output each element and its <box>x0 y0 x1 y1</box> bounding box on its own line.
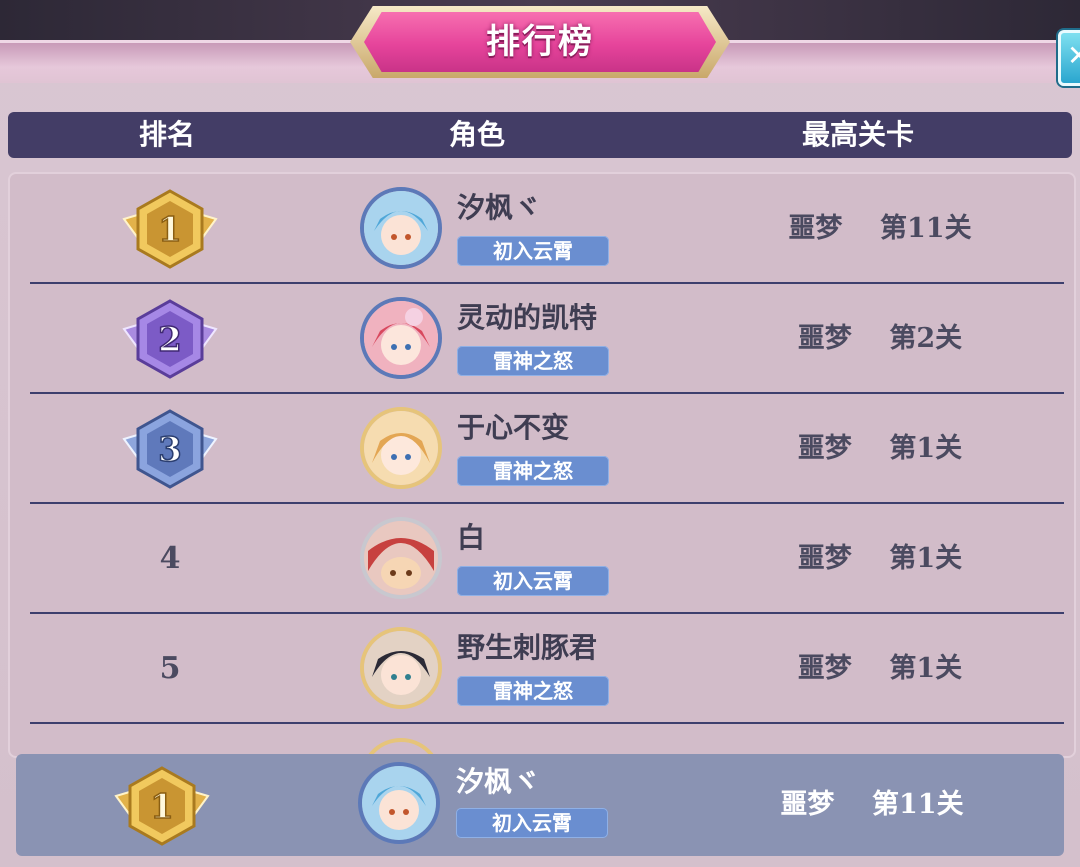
ranking-row[interactable]: 5 野生刺豚君 雷神之怒 噩梦 第1关 <box>10 614 1074 724</box>
close-button[interactable]: ✕ <box>1058 30 1080 86</box>
page-title: 排行榜 <box>486 22 594 62</box>
avatar[interactable] <box>360 517 442 599</box>
highest-stage: 噩梦 第1关 <box>797 433 963 464</box>
avatar[interactable] <box>360 297 442 379</box>
highest-stage: 噩梦 第1关 <box>797 543 963 574</box>
title-banner: 排行榜 <box>350 6 730 78</box>
title-tag: 雷神之怒 <box>457 456 609 486</box>
ranking-row[interactable]: 2 灵动的凯特 雷神之怒 噩梦 第2关 <box>10 284 1074 394</box>
blue-hair-character-icon <box>362 766 436 840</box>
dark-hair-character-icon <box>364 631 438 705</box>
title-tag: 雷神之怒 <box>457 676 609 706</box>
player-name: 汐枫ヾ <box>457 191 542 224</box>
table-header: 排名 角色 最高关卡 <box>8 112 1072 158</box>
highest-stage: 噩梦 第11关 <box>788 213 972 244</box>
ranking-list[interactable]: 1 汐枫ヾ 初入云霄 噩梦 第11关 2 灵动的凯特 雷神之怒 噩梦 第2关 3… <box>8 172 1076 758</box>
player-name: 白 <box>457 521 486 554</box>
gold-medal-icon: 1 <box>114 766 210 846</box>
rank-number: 5 <box>159 651 181 686</box>
column-stage: 最高关卡 <box>801 118 914 151</box>
avatar[interactable] <box>360 407 442 489</box>
rank-1-number: 1 <box>158 210 182 250</box>
rank-2-number: 2 <box>158 320 182 360</box>
player-name: 于心不变 <box>457 411 570 444</box>
purple-medal-icon: 2 <box>122 299 218 379</box>
ranking-row[interactable]: 3 于心不变 雷神之怒 噩梦 第1关 <box>10 394 1074 504</box>
highest-stage: 噩梦 第1关 <box>797 653 963 684</box>
my-rank-row[interactable]: 1 汐枫ヾ 初入云霄 噩梦 第11关 <box>16 754 1064 856</box>
red-hood-character-icon <box>364 521 438 595</box>
blue-medal-icon: 3 <box>122 409 218 489</box>
my-avatar[interactable] <box>358 762 440 844</box>
my-title-tag: 初入云霄 <box>456 808 608 838</box>
column-rank: 排名 <box>138 118 195 151</box>
rank-3-number: 3 <box>158 430 182 470</box>
title-tag: 初入云霄 <box>457 566 609 596</box>
ranking-row-partial[interactable] <box>10 724 1074 756</box>
highest-stage: 噩梦 第2关 <box>797 323 963 354</box>
close-icon: ✕ <box>1067 39 1080 72</box>
ranking-row[interactable]: 1 汐枫ヾ 初入云霄 噩梦 第11关 <box>10 174 1074 284</box>
blue-hair-character-icon <box>364 191 438 265</box>
my-rank-number: 1 <box>150 787 174 827</box>
avatar[interactable] <box>360 627 442 709</box>
red-hair-character-icon <box>364 301 438 375</box>
my-player-name: 汐枫ヾ <box>456 765 541 798</box>
avatar[interactable] <box>360 187 442 269</box>
rank-number: 4 <box>159 541 181 576</box>
gold-medal-icon: 1 <box>122 189 218 269</box>
title-tag: 雷神之怒 <box>457 346 609 376</box>
ranking-row[interactable]: 4 白 初入云霄 噩梦 第1关 <box>10 504 1074 614</box>
column-role: 角色 <box>448 118 505 151</box>
player-name: 灵动的凯特 <box>457 301 598 334</box>
my-highest-stage: 噩梦 第11关 <box>780 789 964 820</box>
title-tag: 初入云霄 <box>457 236 609 266</box>
player-name: 野生刺豚君 <box>457 631 598 664</box>
blonde-character-icon <box>364 411 438 485</box>
